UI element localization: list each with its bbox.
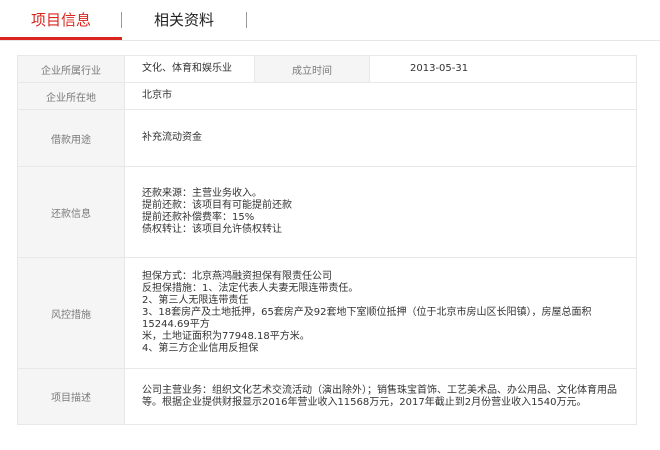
risk-line: 4、第三方企业信用反担保 [142, 343, 259, 354]
active-tab-indicator [0, 37, 122, 40]
risk-label: 风控措施 [17, 257, 125, 369]
purpose-label: 借款用途 [17, 109, 125, 167]
risk-line: 2、第三人无限连带责任 [142, 295, 249, 306]
risk-line: 担保方式：北京燕鸿融资担保有限责任公司 [142, 271, 332, 282]
table-row: 风控措施 担保方式：北京燕鸿融资担保有限责任公司 反担保措施：1、法定代表人夫妻… [17, 257, 637, 369]
established-value: 2013-05-31 [369, 55, 637, 83]
tab-related-documents[interactable]: 相关资料 [122, 0, 246, 40]
repayment-line: 提前还款：该项目有可能提前还款 [142, 200, 292, 211]
risk-line: 米，土地证面积为77948.18平方米。 [142, 331, 310, 342]
repayment-line: 还款来源：主营业务收入。 [142, 188, 262, 199]
table-row: 借款用途 补充流动资金 [17, 109, 637, 167]
tab-project-info[interactable]: 项目信息 [0, 0, 122, 40]
industry-value: 文化、体育和娱乐业 [124, 55, 255, 83]
description-value: 公司主营业务：组织文化艺术交流活动（演出除外）；销售珠宝首饰、工艺美术品、办公用… [124, 368, 637, 425]
tab-bar: 项目信息 相关资料 [0, 0, 660, 41]
table-row: 还款信息 还款来源：主营业务收入。 提前还款：该项目有可能提前还款 提前还款补偿… [17, 166, 637, 258]
table-row: 项目描述 公司主营业务：组织文化艺术交流活动（演出除外）；销售珠宝首饰、工艺美术… [17, 368, 637, 425]
location-value: 北京市 [124, 82, 637, 110]
location-label: 企业所在地 [17, 82, 125, 110]
established-date: 2013-05-31 [410, 63, 469, 74]
risk-line: 反担保措施：1、法定代表人夫妻无限连带责任。 [142, 283, 359, 294]
tab-divider [246, 12, 247, 28]
project-info-table: 企业所属行业 文化、体育和娱乐业 成立时间 2013-05-31 企业所在地 北… [17, 55, 637, 425]
industry-label: 企业所属行业 [17, 55, 125, 83]
risk-value: 担保方式：北京燕鸿融资担保有限责任公司 反担保措施：1、法定代表人夫妻无限连带责… [124, 257, 637, 369]
description-label: 项目描述 [17, 368, 125, 425]
repayment-label: 还款信息 [17, 166, 125, 258]
table-row: 企业所属行业 文化、体育和娱乐业 成立时间 2013-05-31 [17, 55, 637, 83]
table-row: 企业所在地 北京市 [17, 82, 637, 110]
repayment-value: 还款来源：主营业务收入。 提前还款：该项目有可能提前还款 提前还款补偿费率：15… [124, 166, 637, 258]
repayment-line: 债权转让：该项目允许债权转让 [142, 224, 282, 235]
repayment-line: 提前还款补偿费率：15% [142, 212, 255, 223]
established-label: 成立时间 [254, 55, 370, 83]
purpose-value: 补充流动资金 [124, 109, 637, 167]
risk-line: 3、18套房产及土地抵押，65套房产及92套地下室顺位抵押（位于北京市房山区长阳… [142, 307, 592, 330]
